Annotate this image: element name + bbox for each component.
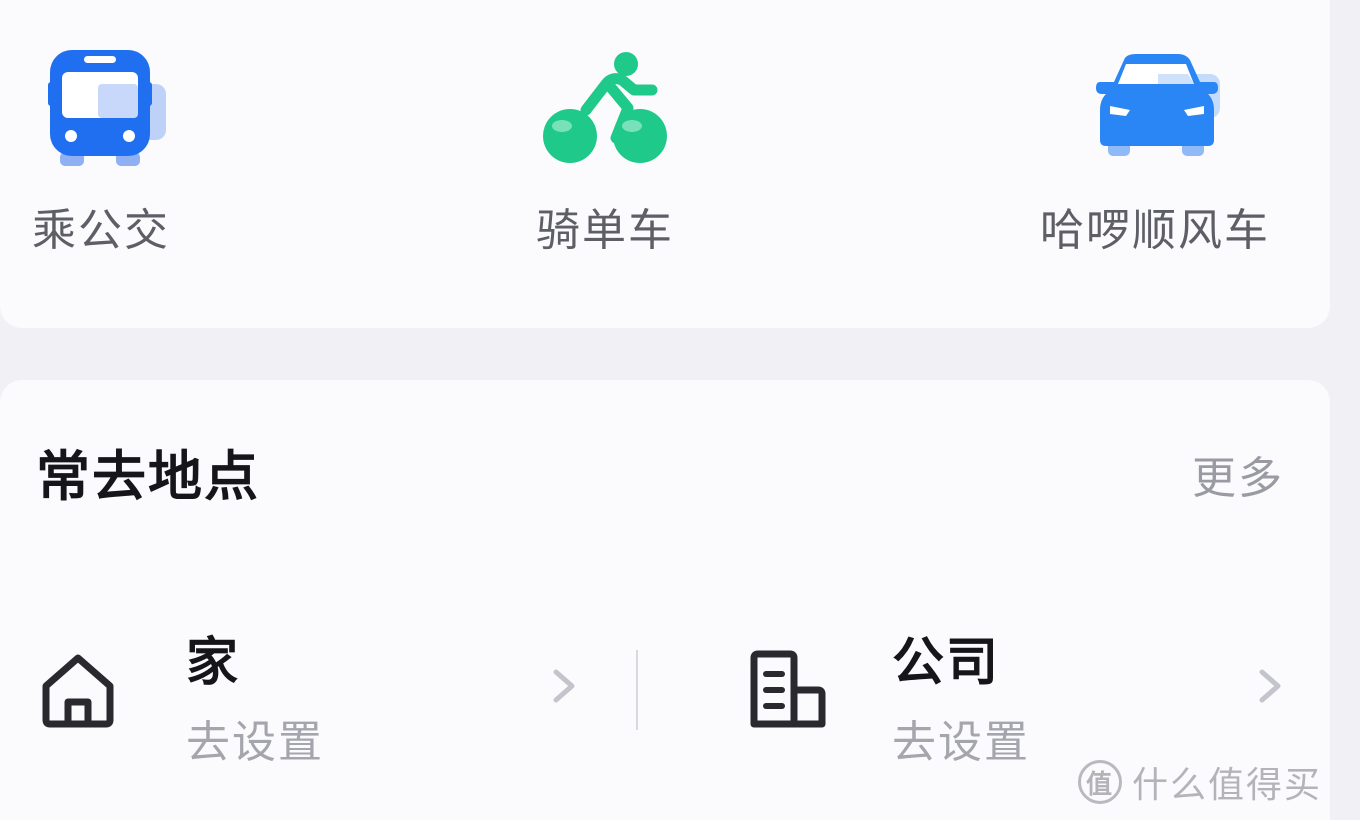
car-icon (1040, 44, 1300, 168)
watermark-logo: 值 (1077, 760, 1122, 804)
place-name: 家 (186, 633, 241, 693)
transport-label: 乘公交 (32, 205, 170, 256)
chevron-right-icon (548, 666, 578, 710)
frequent-places-card: 常去地点 更多 家 去设置 公司 去设置 值 什么值得买 (0, 380, 1330, 820)
place-subtitle: 去设置 (186, 717, 324, 768)
divider (636, 650, 638, 730)
place-name: 公司 (892, 633, 1001, 693)
place-home-item[interactable]: 家 去设置 (0, 610, 620, 780)
place-subtitle: 去设置 (892, 717, 1030, 768)
transport-bike-button[interactable]: 骑单车 (536, 44, 716, 256)
watermark: 值 什么值得买 (1077, 756, 1322, 808)
transport-label: 哈啰顺风车 (1040, 205, 1270, 256)
bike-icon (536, 44, 716, 168)
chevron-right-icon (1254, 666, 1284, 710)
transport-label: 骑单车 (536, 205, 674, 256)
transport-car-button[interactable]: 哈啰顺风车 (1040, 44, 1300, 256)
transport-bus-button[interactable]: 乘公交 (32, 44, 212, 256)
section-title: 常去地点 (36, 445, 260, 508)
more-link[interactable]: 更多 (1192, 442, 1284, 506)
transport-card: 乘公交 骑单车 哈啰顺风车 (0, 0, 1330, 328)
home-icon (40, 650, 116, 734)
place-office-item[interactable]: 公司 去设置 (706, 610, 1306, 780)
watermark-text: 什么值得买 (1131, 765, 1322, 806)
bus-icon (32, 44, 212, 168)
office-building-icon (746, 650, 826, 734)
